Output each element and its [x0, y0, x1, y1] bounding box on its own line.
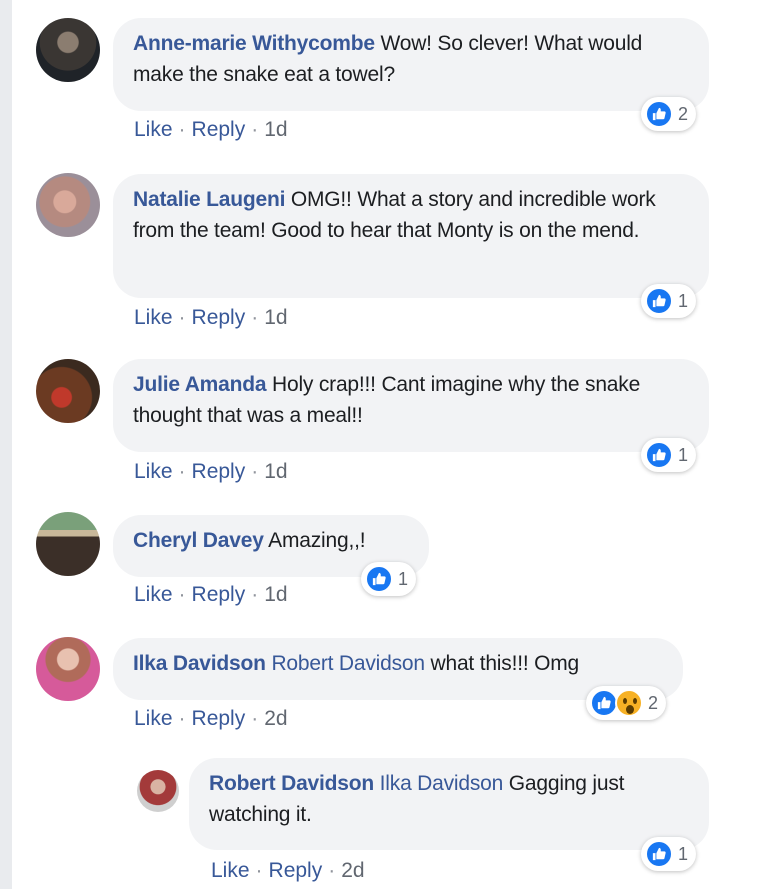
left-rail: [0, 0, 12, 889]
separator: ·: [255, 859, 263, 882]
like-icon: [645, 840, 673, 868]
like-icon: [645, 441, 673, 469]
comment-bubble: Anne-marie Withycombe Wow! So clever! Wh…: [113, 18, 709, 111]
comment-bubble: Natalie Laugeni OMG!! What a story and i…: [113, 174, 709, 298]
reaction-summary[interactable]: 2: [641, 97, 697, 131]
reaction-count: 1: [678, 444, 689, 465]
reply-link[interactable]: Reply: [269, 859, 323, 882]
comment-author[interactable]: Ilka Davidson: [133, 652, 266, 675]
comment-bubble: Julie Amanda Holy crap!!! Cant imagine w…: [113, 359, 709, 452]
comment-actions: Like · Reply · 2d: [211, 859, 365, 883]
comment-tag[interactable]: Robert Davidson: [271, 652, 425, 675]
like-link[interactable]: Like: [134, 118, 173, 141]
reaction-count: 1: [678, 843, 689, 864]
like-icon: [645, 287, 673, 315]
comment-actions: Like · Reply · 1d: [134, 460, 288, 484]
reaction-count: 1: [398, 568, 409, 589]
reaction-summary[interactable]: 1: [641, 837, 697, 871]
reaction-count: 2: [678, 103, 689, 124]
reaction-count: 1: [678, 290, 689, 311]
separator: ·: [178, 118, 186, 141]
reply-link[interactable]: Reply: [192, 460, 246, 483]
reaction-summary[interactable]: 1: [641, 284, 697, 318]
reaction-summary[interactable]: 2: [586, 686, 667, 720]
comment-timestamp[interactable]: 1d: [264, 118, 287, 141]
separator: ·: [251, 306, 259, 329]
comment-timestamp[interactable]: 2d: [264, 707, 287, 730]
like-link[interactable]: Like: [134, 583, 173, 606]
like-icon: [365, 565, 393, 593]
reply-link[interactable]: Reply: [192, 583, 246, 606]
comment-timestamp[interactable]: 1d: [264, 460, 287, 483]
separator: ·: [178, 707, 186, 730]
reply-link[interactable]: Reply: [192, 118, 246, 141]
reaction-summary[interactable]: 1: [361, 562, 417, 596]
like-link[interactable]: Like: [134, 306, 173, 329]
comment-actions: Like · Reply · 1d: [134, 118, 288, 142]
separator: ·: [178, 460, 186, 483]
wow-icon: [615, 689, 643, 717]
comment-timestamp[interactable]: 1d: [264, 306, 287, 329]
comment-author[interactable]: Anne-marie Withycombe: [133, 32, 375, 55]
separator: ·: [251, 707, 259, 730]
avatar[interactable]: [36, 18, 100, 82]
reaction-count: 2: [648, 692, 659, 713]
avatar[interactable]: [36, 637, 100, 701]
comment-text: Amazing,,!: [268, 529, 366, 552]
comment-timestamp[interactable]: 2d: [341, 859, 364, 882]
comment-bubble: Robert Davidson Ilka Davidson Gagging ju…: [189, 758, 709, 850]
separator: ·: [251, 583, 259, 606]
like-link[interactable]: Like: [211, 859, 250, 882]
avatar[interactable]: [36, 512, 100, 576]
reply-link[interactable]: Reply: [192, 306, 246, 329]
reply-link[interactable]: Reply: [192, 707, 246, 730]
separator: ·: [251, 460, 259, 483]
comment-tag[interactable]: Ilka Davidson: [380, 772, 504, 795]
separator: ·: [178, 583, 186, 606]
avatar[interactable]: [36, 359, 100, 423]
comment-timestamp[interactable]: 1d: [264, 583, 287, 606]
like-link[interactable]: Like: [134, 707, 173, 730]
like-link[interactable]: Like: [134, 460, 173, 483]
separator: ·: [178, 306, 186, 329]
comment-author[interactable]: Julie Amanda: [133, 373, 267, 396]
avatar[interactable]: [137, 770, 179, 812]
separator: ·: [328, 859, 336, 882]
like-icon: [590, 689, 618, 717]
comment-actions: Like · Reply · 1d: [134, 583, 288, 607]
comment-author[interactable]: Robert Davidson: [209, 772, 374, 795]
separator: ·: [251, 118, 259, 141]
like-icon: [645, 100, 673, 128]
comment-actions: Like · Reply · 2d: [134, 707, 288, 731]
comment-text: what this!!! Omg: [430, 652, 580, 675]
comment-author[interactable]: Cheryl Davey: [133, 529, 264, 552]
avatar[interactable]: [36, 173, 100, 237]
comment-actions: Like · Reply · 1d: [134, 306, 288, 330]
comment-author[interactable]: Natalie Laugeni: [133, 188, 285, 211]
reaction-summary[interactable]: 1: [641, 438, 697, 472]
